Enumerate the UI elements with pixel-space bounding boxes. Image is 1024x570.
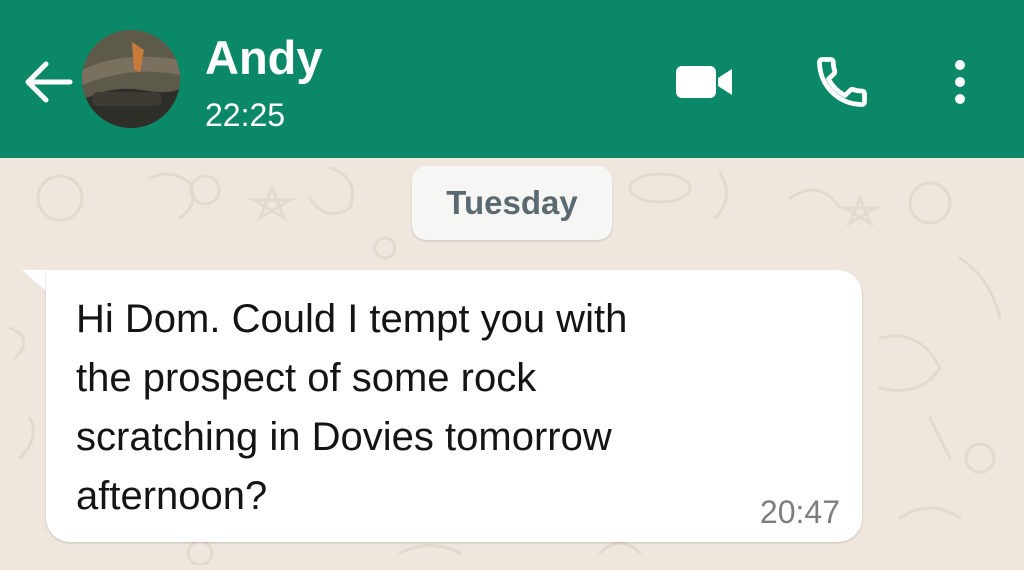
phone-icon: [817, 57, 867, 107]
back-button[interactable]: [18, 52, 78, 112]
avatar-photo: [82, 30, 180, 128]
message-timestamp: 20:47: [759, 494, 840, 530]
video-call-button[interactable]: [672, 58, 738, 106]
message-text: Hi Dom. Could I tempt you with the prosp…: [76, 297, 628, 518]
voice-call-button[interactable]: [812, 52, 872, 112]
more-options-button[interactable]: [942, 52, 978, 112]
contact-name[interactable]: Andy: [205, 30, 323, 86]
chat-header: Andy 22:25: [0, 0, 1024, 158]
contact-status: 22:25: [205, 97, 286, 133]
arrow-left-icon: [25, 61, 73, 103]
video-camera-icon: [676, 66, 732, 98]
contact-avatar[interactable]: [82, 30, 180, 128]
more-vertical-icon: [955, 60, 965, 104]
date-divider: Tuesday: [412, 166, 612, 240]
